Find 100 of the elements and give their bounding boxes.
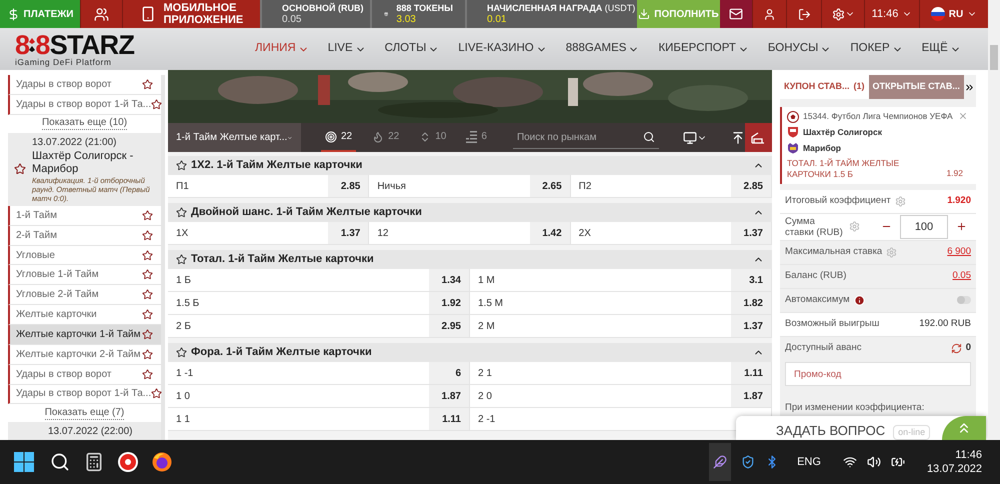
nav-item[interactable]: СЛОТЫ <box>384 40 440 58</box>
odds-change-label: При изменении коэффициента: <box>785 402 924 413</box>
odds-button[interactable]: 2 М 1.37 <box>470 315 772 338</box>
wifi-icon[interactable] <box>842 455 857 469</box>
language-button[interactable]: RU <box>919 0 988 28</box>
balance-value: 0.01 <box>487 14 508 26</box>
promo-code-field[interactable]: Промо-код <box>785 362 971 386</box>
auto-max-toggle[interactable] <box>957 296 971 304</box>
close-icon[interactable] <box>958 111 968 121</box>
sidebar-item[interactable]: Угловые <box>8 246 161 266</box>
balance-panel[interactable]: 888 ТОКЕНЫ 3.03 <box>370 0 465 28</box>
logout-button[interactable] <box>786 0 821 28</box>
row-link[interactable]: 6 900 <box>947 244 971 260</box>
nav-item[interactable]: LIVE-КАЗИНО <box>458 40 547 58</box>
coupon-tab[interactable]: КУПОН СТАВ... (1) <box>780 75 868 99</box>
mail-icon <box>729 7 743 21</box>
market-header[interactable]: 1X2. 1-й Тайм Желтые карточки <box>168 156 772 175</box>
odds-button[interactable]: 1 М 3.1 <box>470 269 772 292</box>
input-language[interactable]: ENG <box>797 454 821 470</box>
market-header[interactable]: Тотал. 1-й Тайм Желтые карточки <box>168 250 772 269</box>
view-button[interactable] <box>682 130 707 144</box>
odds-button[interactable]: П1 2.85 <box>168 175 370 198</box>
pen-menu-button[interactable] <box>709 443 732 481</box>
odds-button[interactable]: 1 0 1.87 <box>168 385 470 408</box>
profile-button[interactable] <box>752 0 786 28</box>
market-title: Фора. 1-й Тайм Желтые карточки <box>191 345 373 360</box>
odds-button[interactable]: 12 1.42 <box>369 222 571 245</box>
odds-button[interactable]: 2 Б 2.95 <box>168 315 470 338</box>
speaker-icon[interactable] <box>866 455 881 469</box>
bars-icon <box>466 130 478 142</box>
sidebar-item[interactable]: Желтые карточки 2-й Тайм <box>8 344 161 365</box>
battery-icon[interactable] <box>890 455 905 469</box>
mail-button[interactable] <box>720 0 752 28</box>
firefox-icon[interactable] <box>152 452 172 472</box>
sidebar-item[interactable]: Удары в створ ворот 1-й Та... <box>8 94 161 115</box>
star-icon <box>176 207 187 218</box>
collapse-button[interactable] <box>730 130 745 144</box>
nav-item[interactable]: ЕЩЁ <box>922 40 961 58</box>
sidebar-item[interactable]: Угловые 2-й Тайм <box>8 285 161 306</box>
row-link[interactable]: 0.05 <box>952 268 971 284</box>
browser-icon[interactable] <box>118 452 138 472</box>
plus-icon <box>956 221 967 232</box>
odds-button[interactable]: 2 -1 <box>470 408 772 431</box>
sidebar-item[interactable]: 2-й Тайм <box>8 226 161 246</box>
download-icon <box>638 8 650 20</box>
odds-button[interactable]: 1Х 1.37 <box>168 222 370 245</box>
filter-tab[interactable]: 6 <box>462 123 491 152</box>
sidebar-item[interactable]: 1-й Тайм <box>8 206 161 226</box>
show-more-link[interactable]: Показать еще (10) <box>42 117 128 130</box>
shield-icon[interactable] <box>741 455 756 469</box>
filter-tab[interactable]: 22 <box>368 123 404 152</box>
odds-button[interactable]: 2 0 1.87 <box>470 385 772 408</box>
logo[interactable]: 8 8STARZ iGaming DeFi Platform <box>15 32 155 66</box>
sidebar-item[interactable]: Удары в створ ворот 1-й Та... <box>8 384 161 404</box>
odds-button[interactable]: 1 1 1.11 <box>168 408 470 431</box>
sidebar-item[interactable]: Угловые 1-й Тайм <box>8 265 161 286</box>
market-header[interactable]: Фора. 1-й Тайм Желтые карточки <box>168 343 772 362</box>
show-more-link[interactable]: Показать еще (7) <box>44 406 124 420</box>
odds-button[interactable]: 2Х 1.37 <box>570 222 772 245</box>
filter-tab[interactable]: 10 <box>415 123 450 152</box>
flag-icon <box>930 7 945 21</box>
odds-button[interactable]: 1.5 М 1.82 <box>470 292 772 315</box>
nav-item[interactable]: БОНУСЫ <box>768 40 832 58</box>
sidebar-item[interactable]: Желтые карточки <box>8 305 161 325</box>
odds-button[interactable]: 1 Б 1.34 <box>168 269 470 292</box>
community-button[interactable] <box>80 0 122 28</box>
settings-button[interactable] <box>821 0 864 28</box>
odds-button[interactable]: П2 2.85 <box>570 175 772 198</box>
stake-input[interactable]: 100 <box>900 214 948 238</box>
star-icon <box>14 163 26 176</box>
market-search-input[interactable]: Поиск по рынкам <box>516 130 643 144</box>
nav-item[interactable]: ПОКЕР <box>850 40 903 58</box>
nav-item[interactable]: LIVE <box>328 40 366 58</box>
stats-button[interactable] <box>744 123 772 152</box>
nav-item[interactable]: ЛИНИЯ <box>255 40 309 58</box>
windows-icon[interactable] <box>14 452 34 472</box>
period-dropdown[interactable]: 1-й Тайм Желтые карт... <box>168 123 301 152</box>
market-header[interactable]: Двойной шанс. 1-й Тайм Желтые карточки <box>168 203 772 222</box>
sidebar-item[interactable]: Желтые карточки 1-й Тайм <box>8 324 161 345</box>
search-icon[interactable] <box>50 452 70 472</box>
odds-button[interactable]: 1 -1 6 <box>168 362 470 385</box>
system-clock[interactable]: 11:46 13.07.2022 <box>926 448 982 476</box>
sidebar-item[interactable]: Удары в створ ворот <box>8 75 161 95</box>
time-button[interactable]: 11:46 <box>864 0 919 28</box>
calculator-icon[interactable] <box>84 452 104 472</box>
balance-panel[interactable]: ОСНОВНОЙ (RUB) 0.05 <box>260 0 370 28</box>
star-icon <box>142 269 153 280</box>
odds-button[interactable]: Ничья 2.65 <box>369 175 571 198</box>
mobile-app-button[interactable]: МОБИЛЬНОЕ ПРИЛОЖЕНИЕ <box>122 0 260 28</box>
nav-item[interactable]: КИБЕРСПОРТ <box>658 40 749 58</box>
scrollbar[interactable] <box>988 0 1000 440</box>
market-search-field[interactable]: Поиск по рынкам <box>512 126 659 148</box>
odds-button[interactable]: 1.5 Б 1.92 <box>168 292 470 315</box>
filter-tab[interactable]: 22 <box>321 123 356 152</box>
payments-button[interactable]: ПЛАТЕЖИ <box>0 0 80 28</box>
balance-panel[interactable]: НАЧИСЛЕННАЯ НАГРАДА (USDT) 0.01 <box>465 0 637 28</box>
odds-button[interactable]: 2 1 1.11 <box>470 362 772 385</box>
sidebar-item[interactable]: Удары в створ ворот <box>8 364 161 384</box>
nav-item[interactable]: 888GAMES <box>566 40 640 58</box>
chat-widget[interactable]: ЗАДАТЬ ВОПРОС on-line <box>736 416 986 440</box>
